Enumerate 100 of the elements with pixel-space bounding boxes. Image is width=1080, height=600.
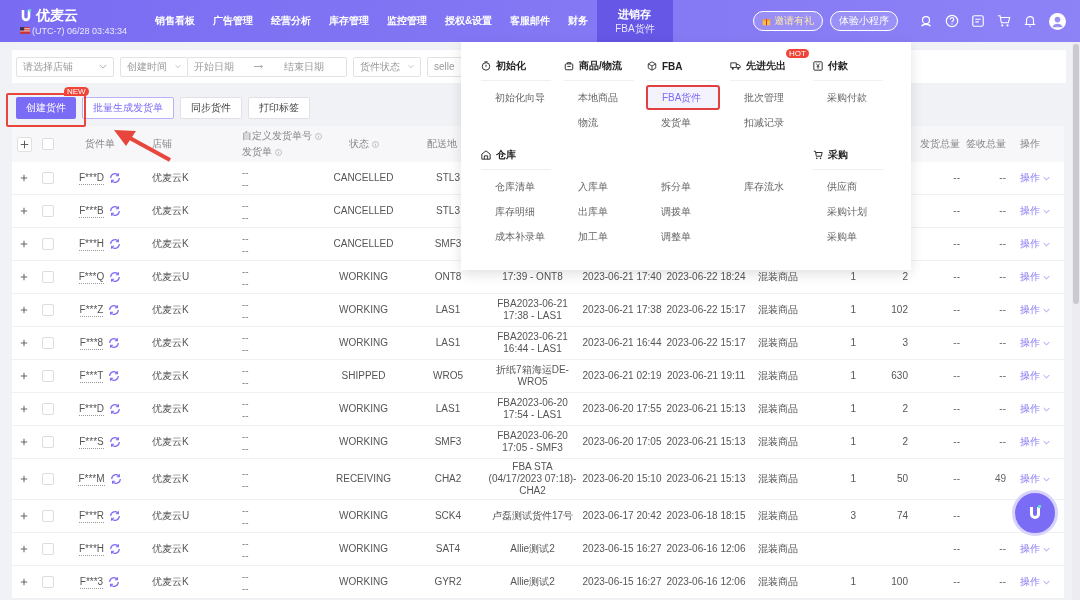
menu-item[interactable]: 批次管理	[729, 85, 803, 110]
plus-icon[interactable]	[20, 475, 28, 483]
action-dropdown[interactable]: 操作	[1020, 575, 1050, 589]
sync-icon[interactable]	[109, 172, 121, 184]
toolbar-button[interactable]: 批量生成发货单	[82, 96, 174, 119]
sync-icon[interactable]	[109, 543, 121, 555]
action-dropdown[interactable]: 操作	[1020, 369, 1050, 383]
plus-icon[interactable]	[20, 438, 28, 446]
sync-icon[interactable]	[109, 403, 121, 415]
nav-tab[interactable]: 客服邮件	[501, 0, 560, 42]
action-dropdown[interactable]: 操作	[1020, 270, 1050, 284]
plus-icon[interactable]	[20, 174, 28, 182]
sync-icon[interactable]	[108, 370, 121, 382]
menu-item[interactable]: 拆分单	[646, 174, 720, 199]
sync-icon[interactable]	[109, 510, 121, 522]
shipment-link[interactable]: F***3	[79, 575, 104, 589]
shipment-link[interactable]: F***D	[79, 171, 104, 185]
menu-item[interactable]: 采购单	[812, 224, 886, 249]
shipment-link[interactable]: F***R	[79, 509, 104, 523]
menu-item[interactable]: 仓库清单	[480, 174, 554, 199]
shipment-link[interactable]: F***Z	[79, 303, 104, 317]
shipment-link[interactable]: F***M	[78, 472, 105, 486]
row-checkbox[interactable]	[42, 337, 54, 349]
menu-item[interactable]: FBA货件	[646, 85, 720, 110]
plus-icon[interactable]	[20, 405, 28, 413]
shipment-link[interactable]: F***S	[79, 435, 104, 449]
nav-tab[interactable]: 财务	[559, 0, 598, 42]
sync-icon[interactable]	[108, 205, 121, 217]
menu-item[interactable]: 采购计划	[812, 199, 886, 224]
help-icon[interactable]	[945, 14, 959, 28]
action-dropdown[interactable]: 操作	[1020, 435, 1050, 449]
menu-item[interactable]: 出库单	[563, 199, 637, 224]
menu-item[interactable]: 本地商品	[563, 85, 637, 110]
row-checkbox[interactable]	[42, 543, 54, 555]
row-checkbox[interactable]	[42, 271, 54, 283]
action-dropdown[interactable]: 操作	[1020, 237, 1050, 251]
menu-item[interactable]: 调整单	[646, 224, 720, 249]
row-checkbox[interactable]	[42, 510, 54, 522]
menu-item[interactable]: 调拨单	[646, 199, 720, 224]
nav-tab[interactable]: 授权&设置	[436, 0, 502, 42]
row-checkbox[interactable]	[42, 370, 54, 382]
menu-item[interactable]: 成本补录单	[480, 224, 554, 249]
sync-icon[interactable]	[108, 337, 121, 349]
row-checkbox[interactable]	[42, 473, 54, 485]
action-dropdown[interactable]: 操作	[1020, 402, 1050, 416]
sync-icon[interactable]	[108, 576, 121, 588]
shipment-link[interactable]: F***H	[79, 542, 104, 556]
menu-item[interactable]: 采购付款	[812, 85, 886, 110]
toolbar-button[interactable]: 创建货件	[16, 96, 76, 119]
nav-tab[interactable]: 经营分析	[262, 0, 320, 42]
shipment-link[interactable]: F***8	[79, 336, 104, 350]
shipment-link[interactable]: F***T	[79, 369, 104, 383]
nav-tab[interactable]: 广告管理	[204, 0, 262, 42]
bell-icon[interactable]	[1023, 14, 1037, 28]
sync-icon[interactable]	[108, 304, 121, 316]
menu-item[interactable]: 供应商	[812, 174, 886, 199]
menu-item[interactable]: 发货单	[646, 110, 720, 135]
menu-item[interactable]: 扣减记录	[729, 110, 803, 135]
shipment-link[interactable]: F***D	[79, 402, 104, 416]
action-dropdown[interactable]: 操作	[1020, 171, 1050, 185]
row-checkbox[interactable]	[42, 238, 54, 250]
plus-icon[interactable]	[20, 578, 28, 586]
row-checkbox[interactable]	[42, 436, 54, 448]
nav-tab[interactable]: 库存管理	[320, 0, 378, 42]
plus-icon[interactable]	[20, 306, 28, 314]
plus-icon[interactable]	[20, 207, 28, 215]
action-dropdown[interactable]: 操作	[1020, 336, 1050, 350]
menu-item[interactable]: 库存明细	[480, 199, 554, 224]
action-dropdown[interactable]: 操作	[1020, 542, 1050, 556]
support-icon[interactable]	[919, 14, 933, 28]
action-dropdown[interactable]: 操作	[1020, 204, 1050, 218]
expand-all-icon[interactable]	[16, 136, 32, 152]
plus-icon[interactable]	[20, 372, 28, 380]
plus-icon[interactable]	[20, 273, 28, 281]
nav-tab[interactable]: 监控管理	[378, 0, 436, 42]
plus-icon[interactable]	[20, 240, 28, 248]
action-dropdown[interactable]: 操作	[1020, 472, 1050, 486]
menu-item[interactable]: 物流	[563, 110, 637, 135]
menu-item[interactable]: 加工单	[563, 224, 637, 249]
row-checkbox[interactable]	[42, 304, 54, 316]
action-dropdown[interactable]: 操作	[1020, 303, 1050, 317]
cart-icon[interactable]	[997, 14, 1011, 28]
nav-tab[interactable]: 销售看板	[146, 0, 204, 42]
avatar-icon[interactable]	[1049, 12, 1066, 30]
menu-item[interactable]: 初始化向导	[480, 85, 554, 110]
row-checkbox[interactable]	[42, 205, 54, 217]
scrollbar[interactable]	[1072, 42, 1080, 600]
message-icon[interactable]	[971, 14, 985, 28]
sync-icon[interactable]	[109, 473, 122, 485]
toolbar-button[interactable]: 打印标签	[248, 96, 310, 119]
nav-tab[interactable]: 进销存 FBA货件	[597, 0, 673, 42]
row-checkbox[interactable]	[42, 576, 54, 588]
shipment-link[interactable]: F***Q	[78, 270, 105, 284]
row-checkbox[interactable]	[42, 172, 54, 184]
sync-icon[interactable]	[109, 271, 122, 283]
plus-icon[interactable]	[20, 545, 28, 553]
shipment-link[interactable]: F***H	[79, 237, 104, 251]
menu-item[interactable]: 入库单	[563, 174, 637, 199]
row-checkbox[interactable]	[42, 403, 54, 415]
menu-item[interactable]: 库存流水	[729, 174, 803, 199]
